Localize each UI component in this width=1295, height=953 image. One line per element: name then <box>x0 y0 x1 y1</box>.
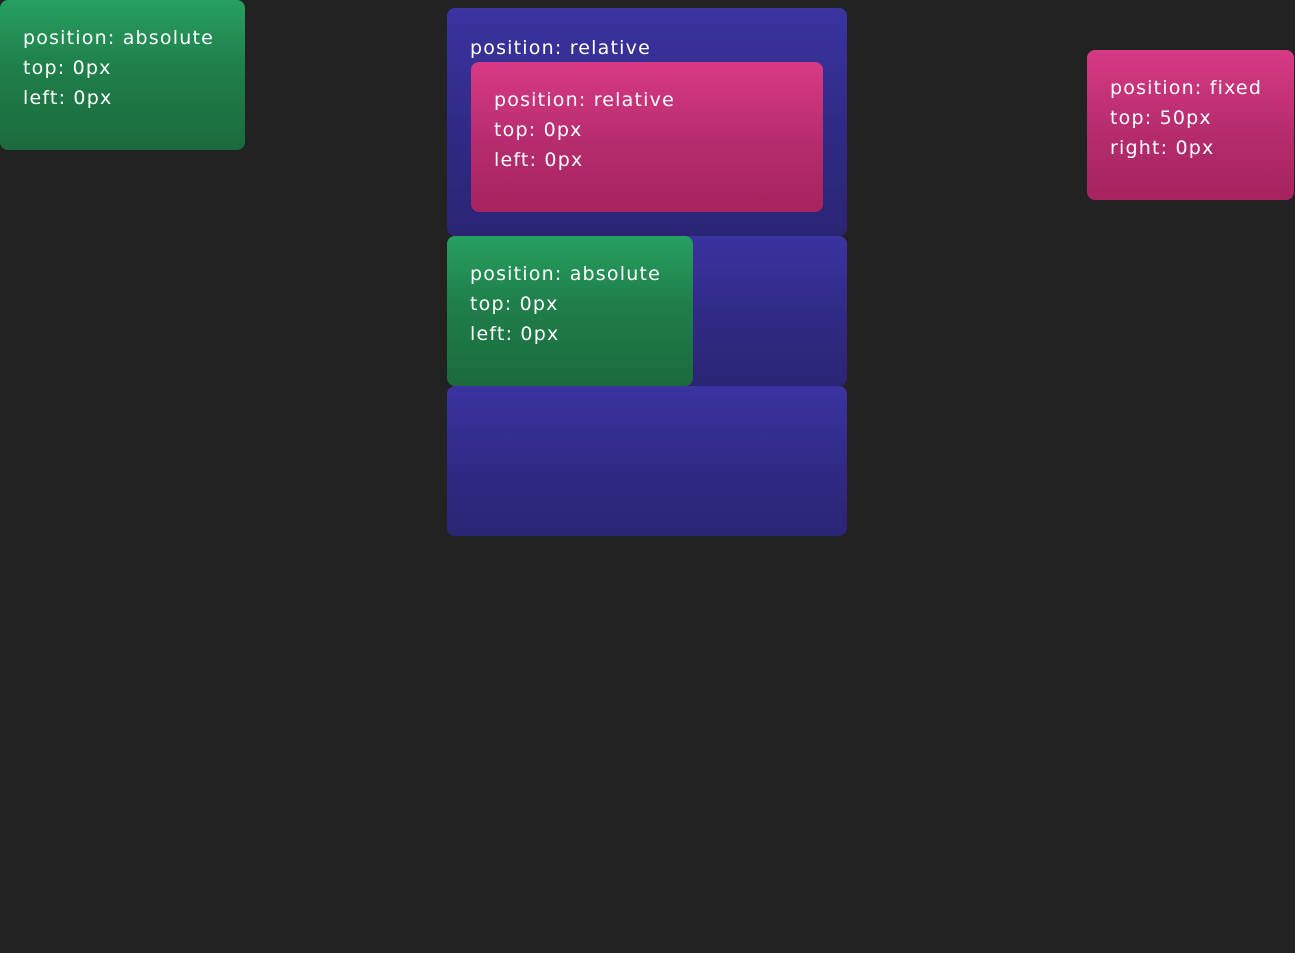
nested-absolute-position: position: absolute <box>470 263 661 285</box>
bottom-blue-block <box>447 386 847 536</box>
canvas: position: absolute top: 0px left: 0px po… <box>0 0 1295 953</box>
absolute-box-left: left: 0px <box>23 87 113 109</box>
nested-absolute-left: left: 0px <box>470 323 560 345</box>
relative-inner-left: left: 0px <box>494 149 584 171</box>
relative-inner-position: position: relative <box>494 89 675 111</box>
nested-absolute-top: top: 0px <box>470 293 559 315</box>
fixed-box-top: top: 50px <box>1110 107 1212 129</box>
fixed-box-position: position: fixed <box>1110 77 1263 99</box>
relative-inner-box: position: relative top: 0px left: 0px <box>471 62 823 212</box>
absolute-box-top: top: 0px <box>23 57 112 79</box>
nested-absolute-box: position: absolute top: 0px left: 0px <box>447 236 693 386</box>
absolute-box: position: absolute top: 0px left: 0px <box>0 0 245 150</box>
fixed-box: position: fixed top: 50px right: 0px <box>1087 50 1294 200</box>
fixed-box-right: right: 0px <box>1110 137 1215 159</box>
absolute-box-position: position: absolute <box>23 27 214 49</box>
relative-container-label: position: relative <box>470 37 651 59</box>
relative-inner-top: top: 0px <box>494 119 583 141</box>
